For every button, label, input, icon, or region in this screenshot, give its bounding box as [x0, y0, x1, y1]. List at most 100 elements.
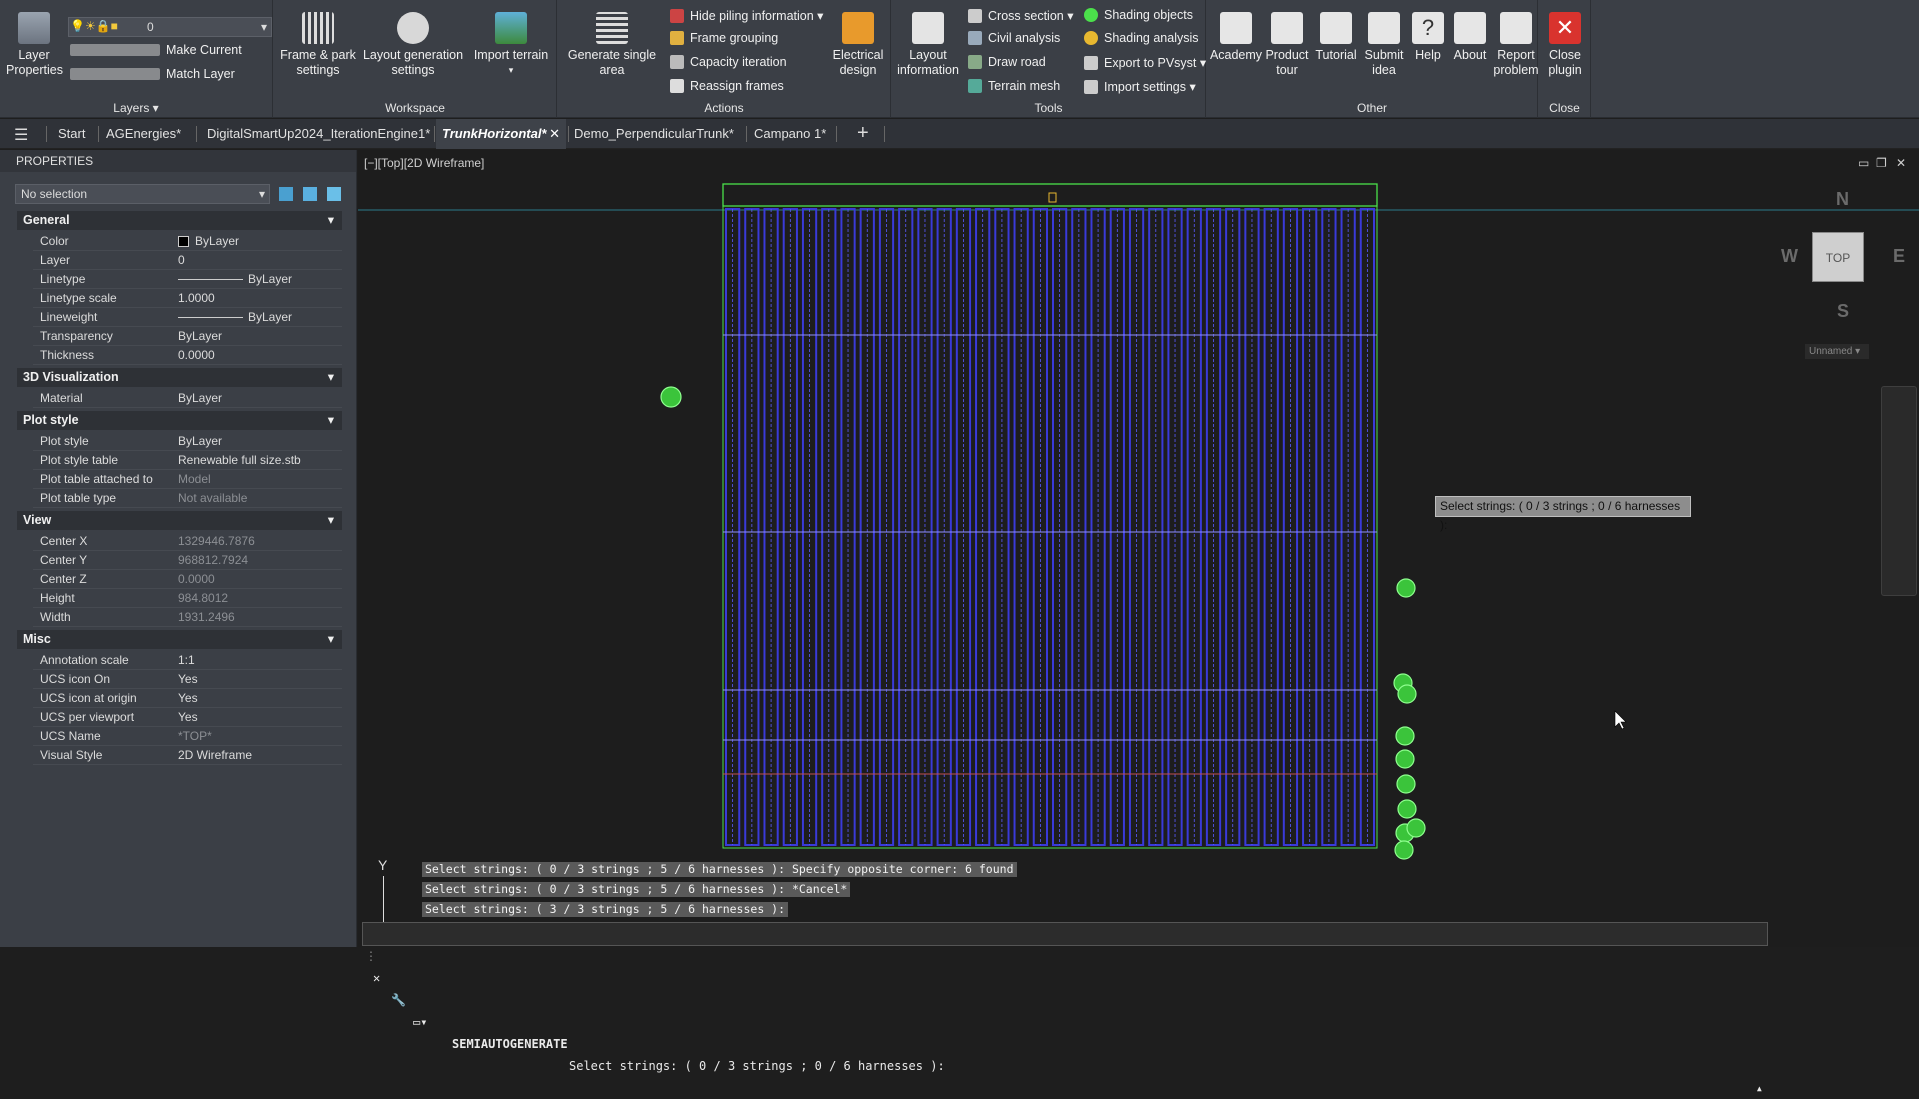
property-row[interactable]: Plot table attached to Model	[33, 470, 342, 489]
boundary-frame[interactable]	[722, 205, 1378, 849]
close-plugin-button[interactable]: ✕ Close plugin	[1541, 12, 1589, 78]
cross-section-button[interactable]: Cross section ▾	[968, 8, 1073, 23]
terrain-mesh-button[interactable]: Terrain mesh	[968, 79, 1060, 93]
compass-w[interactable]: W	[1781, 246, 1798, 267]
mouse-cursor[interactable]	[1614, 710, 1627, 730]
viewcube-top[interactable]: TOP	[1812, 232, 1864, 282]
pickadd-icon[interactable]	[327, 187, 341, 201]
property-row[interactable]: Visual Style 2D Wireframe	[33, 746, 342, 765]
tree-object[interactable]	[1394, 840, 1414, 860]
electrical-design-button[interactable]: Electrical design	[828, 12, 888, 78]
section-misc[interactable]: Misc ▾	[17, 630, 342, 649]
menu-icon[interactable]: ☰	[14, 125, 28, 145]
layer-properties-button[interactable]: Layer Properties	[6, 12, 63, 78]
select-objects-icon[interactable]	[303, 187, 317, 201]
tab-trunkhorizontal[interactable]: TrunkHorizontal* ✕	[436, 119, 566, 149]
property-row[interactable]: Center Z 0.0000	[33, 570, 342, 589]
shading-objects-button[interactable]: Shading objects	[1084, 8, 1193, 22]
solar-layout-drawing[interactable]	[358, 150, 1919, 947]
section-view[interactable]: View ▾	[17, 511, 342, 530]
property-row[interactable]: Plot table type Not available	[33, 489, 342, 508]
tutorial-button[interactable]: Tutorial	[1311, 12, 1361, 63]
submit-idea-button[interactable]: Submit idea	[1361, 12, 1407, 78]
make-current-button[interactable]: Make Current	[70, 43, 242, 57]
tab-digitalsmartup[interactable]: DigitalSmartUp2024_IterationEngine1*	[201, 119, 436, 149]
tree-object[interactable]	[1395, 749, 1415, 769]
academy-button[interactable]: Academy	[1209, 12, 1263, 63]
tree-object[interactable]	[1397, 684, 1417, 704]
property-row[interactable]: Transparency ByLayer	[33, 327, 342, 346]
property-row[interactable]: UCS Name *TOP*	[33, 727, 342, 746]
chevron-up-icon[interactable]: ▴	[1756, 1077, 1763, 1099]
property-row[interactable]: Center X 1329446.7876	[33, 532, 342, 551]
close-icon[interactable]: ✕	[373, 967, 380, 989]
frame-park-settings-button[interactable]: Frame & park settings	[278, 12, 358, 78]
property-row[interactable]: Lineweight ByLayer	[33, 308, 342, 327]
report-problem-button[interactable]: Report problem	[1493, 12, 1539, 78]
selection-dropdown[interactable]: No selection ▾	[15, 184, 270, 204]
close-tab-icon[interactable]: ✕	[549, 119, 560, 149]
property-row[interactable]: UCS icon at origin Yes	[33, 689, 342, 708]
hide-piling-button[interactable]: Hide piling information ▾	[670, 8, 823, 23]
layers-group-label[interactable]: Layers ▾	[0, 101, 272, 115]
tree-object[interactable]	[1395, 726, 1415, 746]
export-pvsyst-button[interactable]: Export to PVsyst ▾	[1084, 55, 1206, 70]
help-button[interactable]: ? Help	[1409, 12, 1447, 63]
tree-object[interactable]	[1396, 774, 1416, 794]
property-row[interactable]: Layer 0	[33, 251, 342, 270]
wrench-icon[interactable]: 🔧	[391, 989, 406, 1011]
chevron-down-icon[interactable]: ▾	[328, 511, 334, 530]
tab-start[interactable]: Start	[52, 119, 91, 149]
tree-object[interactable]	[1406, 818, 1426, 838]
property-row[interactable]: Annotation scale 1:1	[33, 651, 342, 670]
quick-select-icon[interactable]	[279, 187, 293, 201]
property-row[interactable]: UCS per viewport Yes	[33, 708, 342, 727]
product-tour-button[interactable]: Product tour	[1263, 12, 1311, 78]
draw-road-button[interactable]: Draw road	[968, 55, 1046, 69]
chevron-down-icon[interactable]: ▾	[328, 630, 334, 649]
import-terrain-button[interactable]: Import terrain ▾	[468, 12, 554, 78]
property-row[interactable]: Color ByLayer	[33, 232, 342, 251]
compass-e[interactable]: E	[1893, 246, 1905, 267]
chevron-down-icon[interactable]: ▾	[328, 411, 334, 430]
property-row[interactable]: Width 1931.2496	[33, 608, 342, 627]
generate-single-area-button[interactable]: Generate single area	[562, 12, 662, 78]
property-row[interactable]: Thickness 0.0000	[33, 346, 342, 365]
boundary-frame[interactable]	[722, 183, 1378, 207]
property-row[interactable]: Linetype scale 1.0000	[33, 289, 342, 308]
command-prompt-icon[interactable]: ▭▾	[413, 1011, 427, 1033]
chevron-down-icon[interactable]: ▾	[328, 211, 334, 230]
about-button[interactable]: About	[1449, 12, 1491, 63]
new-tab-button[interactable]: +	[857, 122, 869, 145]
property-row[interactable]: Linetype ByLayer	[33, 270, 342, 289]
tab-demo-perpendicular[interactable]: Demo_PerpendicularTrunk*	[568, 119, 740, 149]
property-row[interactable]: Plot style table Renewable full size.stb	[33, 451, 342, 470]
tab-agenergies[interactable]: AGEnergies*	[100, 119, 187, 149]
civil-analysis-button[interactable]: Civil analysis	[968, 31, 1060, 45]
tree-object[interactable]	[1397, 799, 1417, 819]
chevron-down-icon[interactable]: ▾	[328, 368, 334, 387]
command-line[interactable]: ⋮ ✕ 🔧 ▭▾ SEMIAUTOGENERATE Select strings…	[362, 922, 1768, 1095]
inverter-marker[interactable]	[1048, 192, 1057, 203]
capacity-iteration-button[interactable]: Capacity iteration	[670, 55, 787, 69]
match-layer-button[interactable]: Match Layer	[70, 67, 235, 81]
property-row[interactable]: Height 984.8012	[33, 589, 342, 608]
import-settings-button[interactable]: Import settings ▾	[1084, 79, 1196, 94]
ucs-dropdown[interactable]: Unnamed ▾	[1805, 344, 1869, 359]
drawing-viewport[interactable]: [−][Top][2D Wireframe] ▭ ❐ ✕ N S W E TOP…	[358, 150, 1919, 947]
section-general[interactable]: General ▾	[17, 211, 342, 230]
grip-icon[interactable]: ⋮	[365, 945, 377, 967]
shading-analysis-button[interactable]: Shading analysis	[1084, 31, 1199, 45]
navigation-bar[interactable]	[1881, 386, 1917, 596]
tree-object[interactable]	[1396, 578, 1416, 598]
section-viz[interactable]: 3D Visualization ▾	[17, 368, 342, 387]
layout-information-button[interactable]: Layout information	[894, 12, 962, 78]
compass-n[interactable]: N	[1836, 189, 1849, 210]
tree-object[interactable]	[660, 386, 682, 408]
compass-s[interactable]: S	[1837, 301, 1849, 322]
frame-grouping-button[interactable]: Frame grouping	[670, 31, 778, 45]
property-row[interactable]: Plot style ByLayer	[33, 432, 342, 451]
property-row[interactable]: Center Y 968812.7924	[33, 551, 342, 570]
layout-generation-settings-button[interactable]: Layout generation settings	[358, 12, 468, 78]
property-row[interactable]: Material ByLayer	[33, 389, 342, 408]
